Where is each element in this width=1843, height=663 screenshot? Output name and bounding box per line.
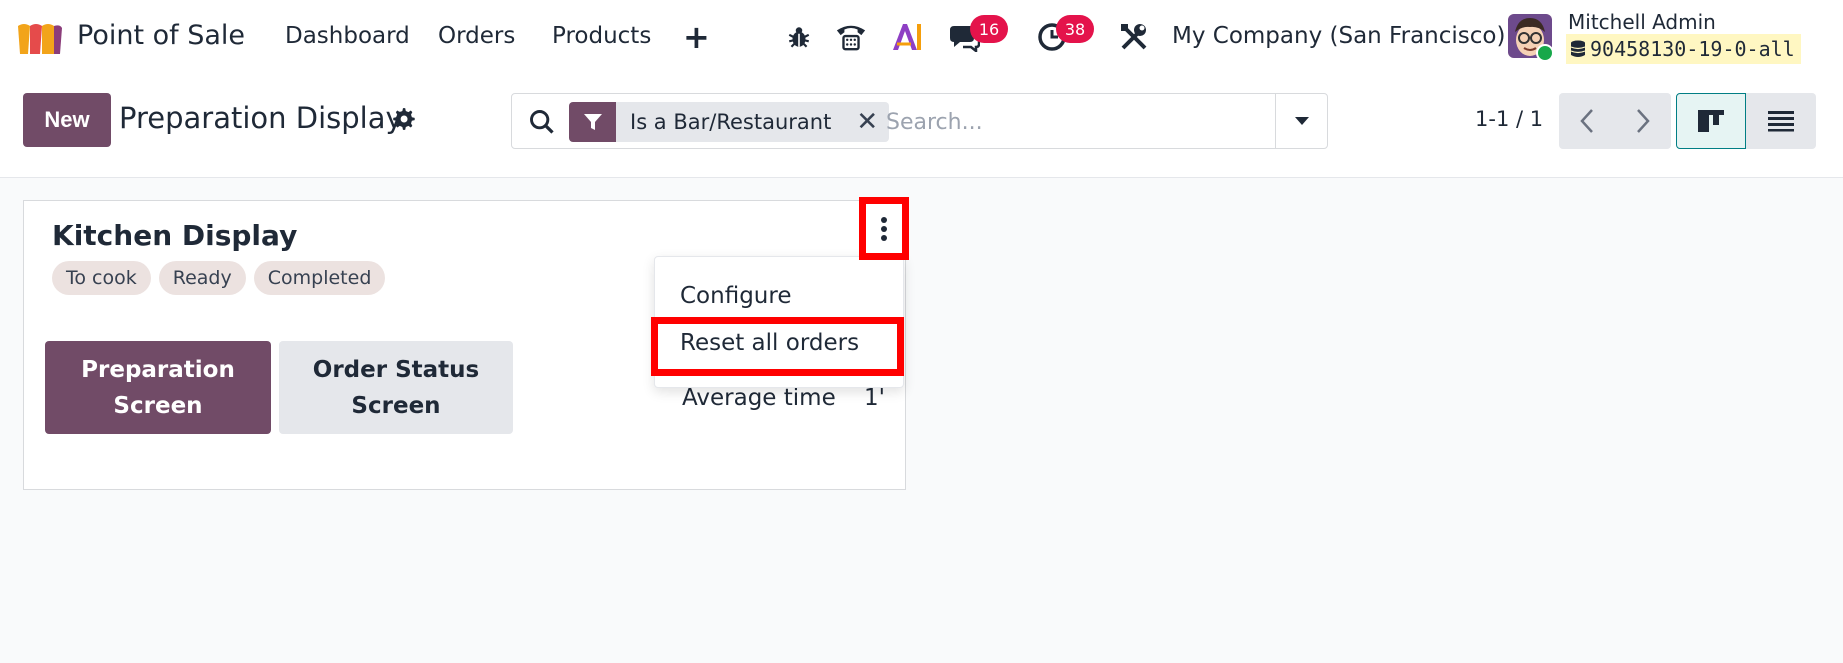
pager-previous-button[interactable] (1559, 93, 1615, 149)
user-name[interactable]: Mitchell Admin (1568, 10, 1716, 34)
pager-next-button[interactable] (1615, 93, 1671, 149)
average-time-value: 1' (864, 385, 885, 411)
tag-completed: Completed (253, 261, 386, 295)
menu-dashboard[interactable]: Dashboard (285, 23, 410, 49)
preparation-screen-button[interactable]: Preparation Screen (45, 341, 271, 434)
stage-tags: To cook Ready Completed (52, 261, 386, 295)
app-name[interactable]: Point of Sale (77, 20, 245, 51)
caret-down-icon (1294, 117, 1309, 125)
activities-badge: 38 (1056, 15, 1094, 43)
new-button[interactable]: New (23, 93, 111, 147)
database-name: 90458130-19-0-all (1590, 37, 1795, 61)
card-title: Kitchen Display (52, 219, 298, 252)
database-chip: 90458130-19-0-all (1566, 34, 1801, 64)
chevron-left-icon (1580, 109, 1593, 133)
company-switcher[interactable]: My Company (San Francisco) (1172, 23, 1505, 49)
search-bar: Is a Bar/Restaurant ✕ (511, 93, 1328, 149)
tools-icon[interactable] (1118, 20, 1150, 54)
filter-icon (569, 102, 616, 142)
bug-icon[interactable] (783, 20, 815, 54)
order-status-screen-button[interactable]: Order Status Screen (279, 341, 513, 434)
control-panel: New Preparation Display Is a Bar/Restaur… (0, 76, 1843, 178)
reset-highlight-box (651, 317, 904, 376)
ai-icon[interactable] (891, 20, 923, 54)
list-icon (1768, 111, 1794, 132)
dropdown-item-configure[interactable]: Configure (680, 283, 791, 309)
kebab-menu-icon (881, 216, 887, 241)
facet-remove-icon[interactable]: ✕ (845, 102, 890, 142)
kanban-icon (1698, 110, 1724, 132)
phone-icon[interactable] (835, 20, 867, 54)
menu-orders[interactable]: Orders (438, 23, 515, 49)
list-view-button[interactable] (1746, 93, 1816, 149)
kanban-view-button[interactable] (1676, 93, 1746, 149)
gear-icon[interactable] (390, 106, 416, 132)
messages-badge: 16 (970, 15, 1008, 43)
menu-products[interactable]: Products (552, 23, 651, 49)
search-input[interactable] (886, 102, 1276, 142)
page-title: Preparation Display (119, 101, 403, 135)
filter-facet: Is a Bar/Restaurant ✕ (569, 102, 890, 142)
chevron-right-icon (1637, 109, 1650, 133)
search-options-toggle[interactable] (1275, 94, 1327, 148)
tag-ready: Ready (158, 261, 246, 295)
facet-label: Is a Bar/Restaurant (616, 102, 846, 142)
tag-to-cook: To cook (52, 261, 151, 295)
top-navbar: Point of Sale Dashboard Orders Products … (0, 0, 1843, 76)
card-menu-button[interactable] (859, 197, 909, 260)
search-icon[interactable] (528, 108, 556, 136)
online-status-dot (1536, 44, 1554, 62)
database-icon (1570, 40, 1586, 57)
pos-app-icon[interactable] (16, 20, 64, 56)
plus-icon[interactable]: + (683, 18, 710, 56)
average-time-label: Average time (682, 385, 836, 411)
pager-value[interactable]: 1-1 / 1 (1475, 107, 1543, 131)
